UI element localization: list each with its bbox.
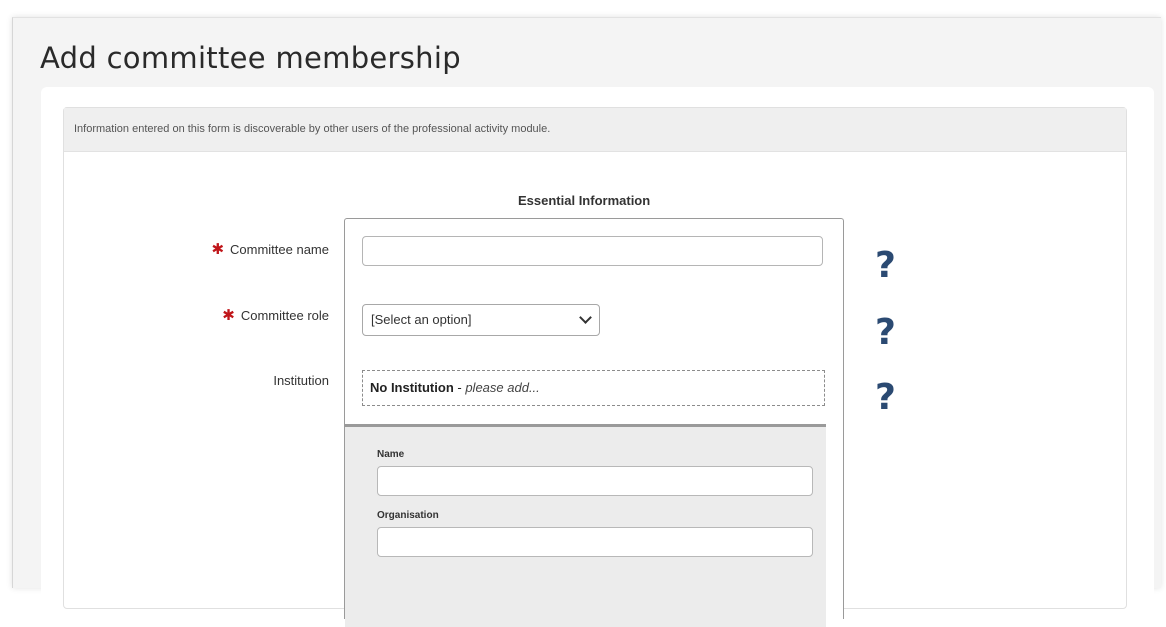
app-window: Add committee membership Information ent…: [12, 17, 1161, 627]
committee-role-select[interactable]: [Select an option]: [362, 304, 600, 336]
institution-help-icon[interactable]: ?: [875, 380, 896, 416]
committee-name-input[interactable]: [362, 236, 823, 266]
required-asterisk-icon: ✱: [211, 241, 225, 258]
organisation-input[interactable]: [377, 527, 813, 557]
institution-name-label: Name: [377, 449, 405, 460]
committee-role-label: ✱ Committee role: [222, 307, 329, 324]
form-panel: Information entered on this form is disc…: [63, 107, 1127, 627]
section-title: Essential Information: [518, 193, 651, 208]
form-card: Information entered on this form is disc…: [41, 87, 1154, 627]
committee-role-selected: [Select an option]: [371, 312, 472, 327]
institution-hint: please add...: [465, 380, 540, 395]
chevron-down-icon: [579, 311, 592, 324]
institution-details-panel: Name Organisation: [345, 424, 826, 627]
info-notice: Information entered on this form is disc…: [64, 108, 1126, 152]
organisation-label: Organisation: [377, 510, 439, 521]
page-title: Add committee membership: [40, 41, 461, 75]
committee-name-label: ✱ Committee name: [211, 241, 329, 258]
required-asterisk-icon: ✱: [222, 307, 235, 324]
institution-name-input[interactable]: [377, 466, 813, 496]
institution-label: Institution: [273, 373, 329, 388]
committee-role-help-icon[interactable]: ?: [875, 315, 896, 351]
institution-value: No Institution: [370, 380, 454, 395]
committee-name-help-icon[interactable]: ?: [875, 248, 896, 284]
institution-add-box[interactable]: No Institution - please add...: [362, 370, 825, 406]
